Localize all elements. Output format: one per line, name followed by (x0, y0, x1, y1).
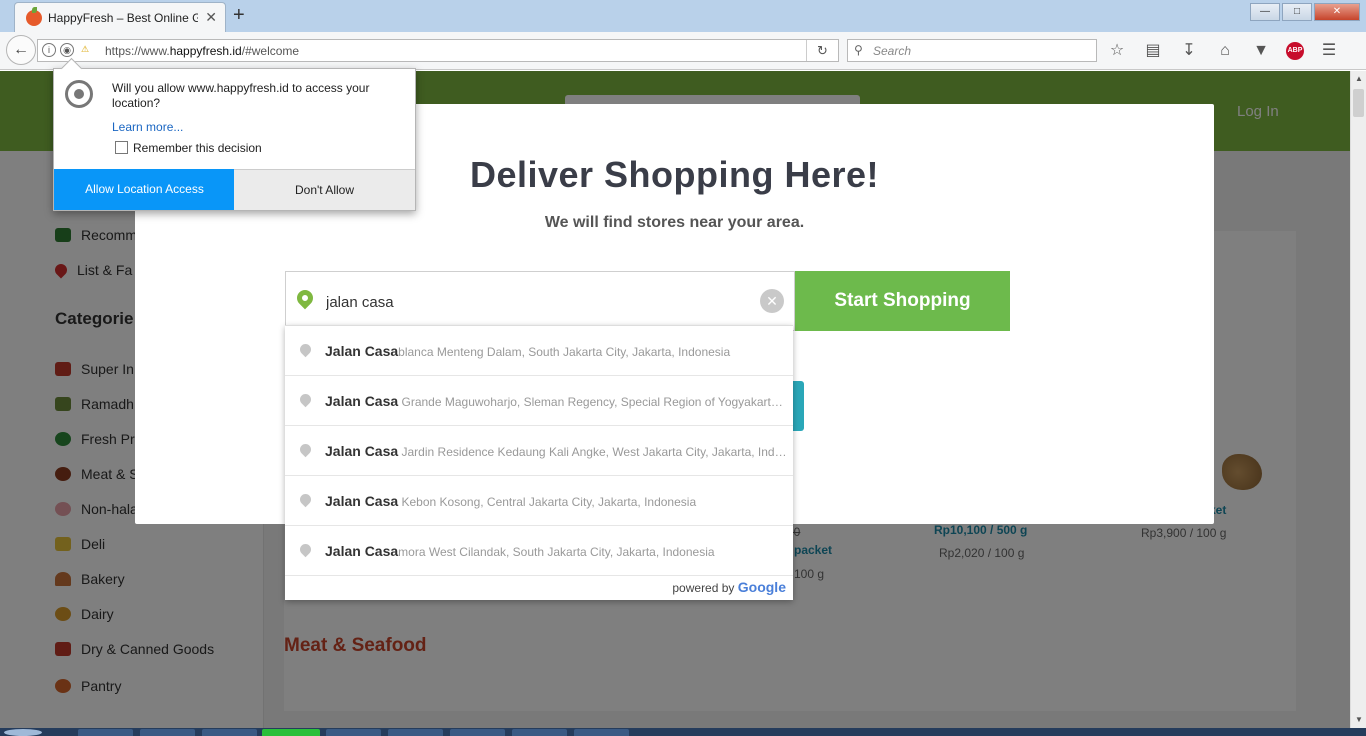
suggestion-text: Jalan Casamora West Cilandak, South Jaka… (325, 543, 787, 559)
autocomplete-dropdown: Jalan Casablanca Menteng Dalam, South Ja… (285, 325, 793, 600)
adblock-icon[interactable]: ABP (1286, 42, 1304, 60)
suggestion-rest: mora West Cilandak, South Jakarta City, … (398, 545, 715, 559)
taskbar-app[interactable] (140, 729, 195, 736)
search-icon: ⚲ (854, 43, 863, 57)
suggestion-rest: blanca Menteng Dalam, South Jakarta City… (398, 345, 731, 359)
scroll-thumb[interactable] (1353, 89, 1364, 117)
start-button[interactable] (4, 729, 42, 736)
close-window-button[interactable]: ✕ (1314, 3, 1360, 21)
url-domain: happyfresh.id (169, 44, 242, 58)
suggestion-match: Jalan Casa (325, 343, 399, 359)
suggestion-text: Jalan Casa Kebon Kosong, Central Jakarta… (325, 493, 787, 509)
location-permission-popup: Will you allow www.happyfresh.id to acce… (53, 68, 416, 211)
taskbar-app[interactable] (388, 729, 443, 736)
google-logo: Google (737, 579, 786, 595)
modal-subtitle: We will find stores near your area. (544, 214, 805, 231)
identity-icons[interactable]: i ◉ ⚠ (42, 43, 92, 57)
suggestion-item[interactable]: Jalan Casa Kebon Kosong, Central Jakarta… (285, 476, 793, 526)
suggestion-text: Jalan Casa Grande Maguwoharjo, Sleman Re… (325, 393, 787, 409)
browser-toolbar: ☆ ▤ ↧ ⌂ ▼ ABP ☰ (1106, 40, 1340, 62)
location-pin-icon (293, 286, 317, 310)
powered-by-google: powered by Google (672, 579, 786, 595)
url-bar[interactable]: i ◉ ⚠ https://www.happyfresh.id/#welcome… (37, 39, 839, 62)
window-controls: — □ ✕ (1250, 3, 1360, 21)
pin-icon (297, 441, 314, 458)
suggestion-match: Jalan Casa (325, 393, 399, 409)
suggestion-item[interactable]: Jalan Casablanca Menteng Dalam, South Ja… (285, 326, 793, 376)
allow-location-button[interactable]: Allow Location Access (54, 169, 235, 210)
suggestion-text: Jalan Casa Jardin Residence Kedaung Kali… (325, 443, 787, 459)
star-icon[interactable]: ☆ (1106, 40, 1128, 62)
location-target-icon (65, 80, 93, 108)
tab-close-icon[interactable]: ✕ (205, 9, 217, 26)
start-shopping-button[interactable]: Start Shopping (795, 271, 1010, 331)
dont-allow-button[interactable]: Don't Allow (234, 169, 415, 210)
remember-decision-checkbox[interactable] (115, 141, 128, 154)
browser-search-bar[interactable]: ⚲ Search (847, 39, 1097, 62)
reading-list-icon[interactable]: ▤ (1142, 40, 1164, 62)
pin-icon (297, 541, 314, 558)
back-button[interactable]: ← (6, 35, 36, 65)
scroll-up-icon[interactable]: ▲ (1351, 71, 1366, 87)
powered-by-text: powered by (672, 581, 735, 595)
page-scrollbar[interactable]: ▲ ▼ (1350, 71, 1366, 728)
pin-icon (297, 391, 314, 408)
taskbar-app[interactable] (202, 729, 257, 736)
url-path: /#welcome (241, 44, 300, 58)
browser-tab[interactable]: HappyFresh – Best Online Gr ✕ (14, 2, 226, 32)
suggestion-text: Jalan Casablanca Menteng Dalam, South Ja… (325, 343, 787, 359)
suggestion-item[interactable]: Jalan Casamora West Cilandak, South Jaka… (285, 526, 793, 576)
suggestion-rest: Kebon Kosong, Central Jakarta City, Jaka… (398, 495, 697, 509)
taskbar-app[interactable] (512, 729, 567, 736)
address-field[interactable]: ✕ (285, 271, 795, 331)
clear-input-icon[interactable]: ✕ (760, 289, 784, 313)
url-text[interactable]: https://www.happyfresh.id/#welcome (105, 44, 299, 58)
learn-more-link[interactable]: Learn more... (112, 120, 183, 134)
taskbar-app[interactable] (326, 729, 381, 736)
pin-icon (297, 341, 314, 358)
scroll-down-icon[interactable]: ▼ (1351, 712, 1366, 728)
reload-icon[interactable]: ↻ (806, 40, 838, 61)
url-prefix: https://www. (105, 44, 170, 58)
taskbar-app[interactable] (574, 729, 629, 736)
address-input[interactable] (326, 291, 746, 313)
download-icon[interactable]: ↧ (1178, 40, 1200, 62)
home-icon[interactable]: ⌂ (1214, 40, 1236, 62)
happyfresh-favicon-icon (26, 7, 42, 26)
pin-icon (297, 491, 314, 508)
maximize-button[interactable]: □ (1282, 3, 1312, 21)
taskbar-app[interactable] (78, 729, 133, 736)
pocket-icon[interactable]: ▼ (1250, 40, 1272, 62)
window-titlebar: HappyFresh – Best Online Gr ✕ + — □ ✕ (0, 0, 1366, 32)
tab-title: HappyFresh – Best Online Gr (48, 11, 198, 25)
warning-lock-icon[interactable]: ⚠ (78, 43, 92, 57)
location-permission-icon[interactable]: ◉ (60, 43, 74, 57)
info-icon[interactable]: i (42, 43, 56, 57)
suggestion-match: Jalan Casa (325, 543, 399, 559)
taskbar-app-active[interactable] (262, 729, 320, 736)
suggestion-item[interactable]: Jalan Casa Jardin Residence Kedaung Kali… (285, 426, 793, 476)
permission-question: Will you allow www.happyfresh.id to acce… (112, 81, 370, 110)
remember-decision-label[interactable]: Remember this decision (133, 141, 262, 155)
suggestion-match: Jalan Casa (325, 493, 399, 509)
suggestion-item[interactable]: Jalan Casa Grande Maguwoharjo, Sleman Re… (285, 376, 793, 426)
windows-taskbar (0, 728, 1366, 736)
new-tab-button[interactable]: + (233, 5, 245, 25)
suggestion-rest: Jardin Residence Kedaung Kali Angke, Wes… (398, 445, 788, 459)
menu-icon[interactable]: ☰ (1318, 40, 1340, 62)
search-placeholder: Search (873, 44, 912, 58)
taskbar-app[interactable] (450, 729, 505, 736)
suggestion-rest: Grande Maguwoharjo, Sleman Regency, Spec… (401, 395, 788, 409)
minimize-button[interactable]: — (1250, 3, 1280, 21)
suggestion-match: Jalan Casa (325, 443, 399, 459)
browser-navbar: ← i ◉ ⚠ https://www.happyfresh.id/#welco… (0, 32, 1366, 70)
